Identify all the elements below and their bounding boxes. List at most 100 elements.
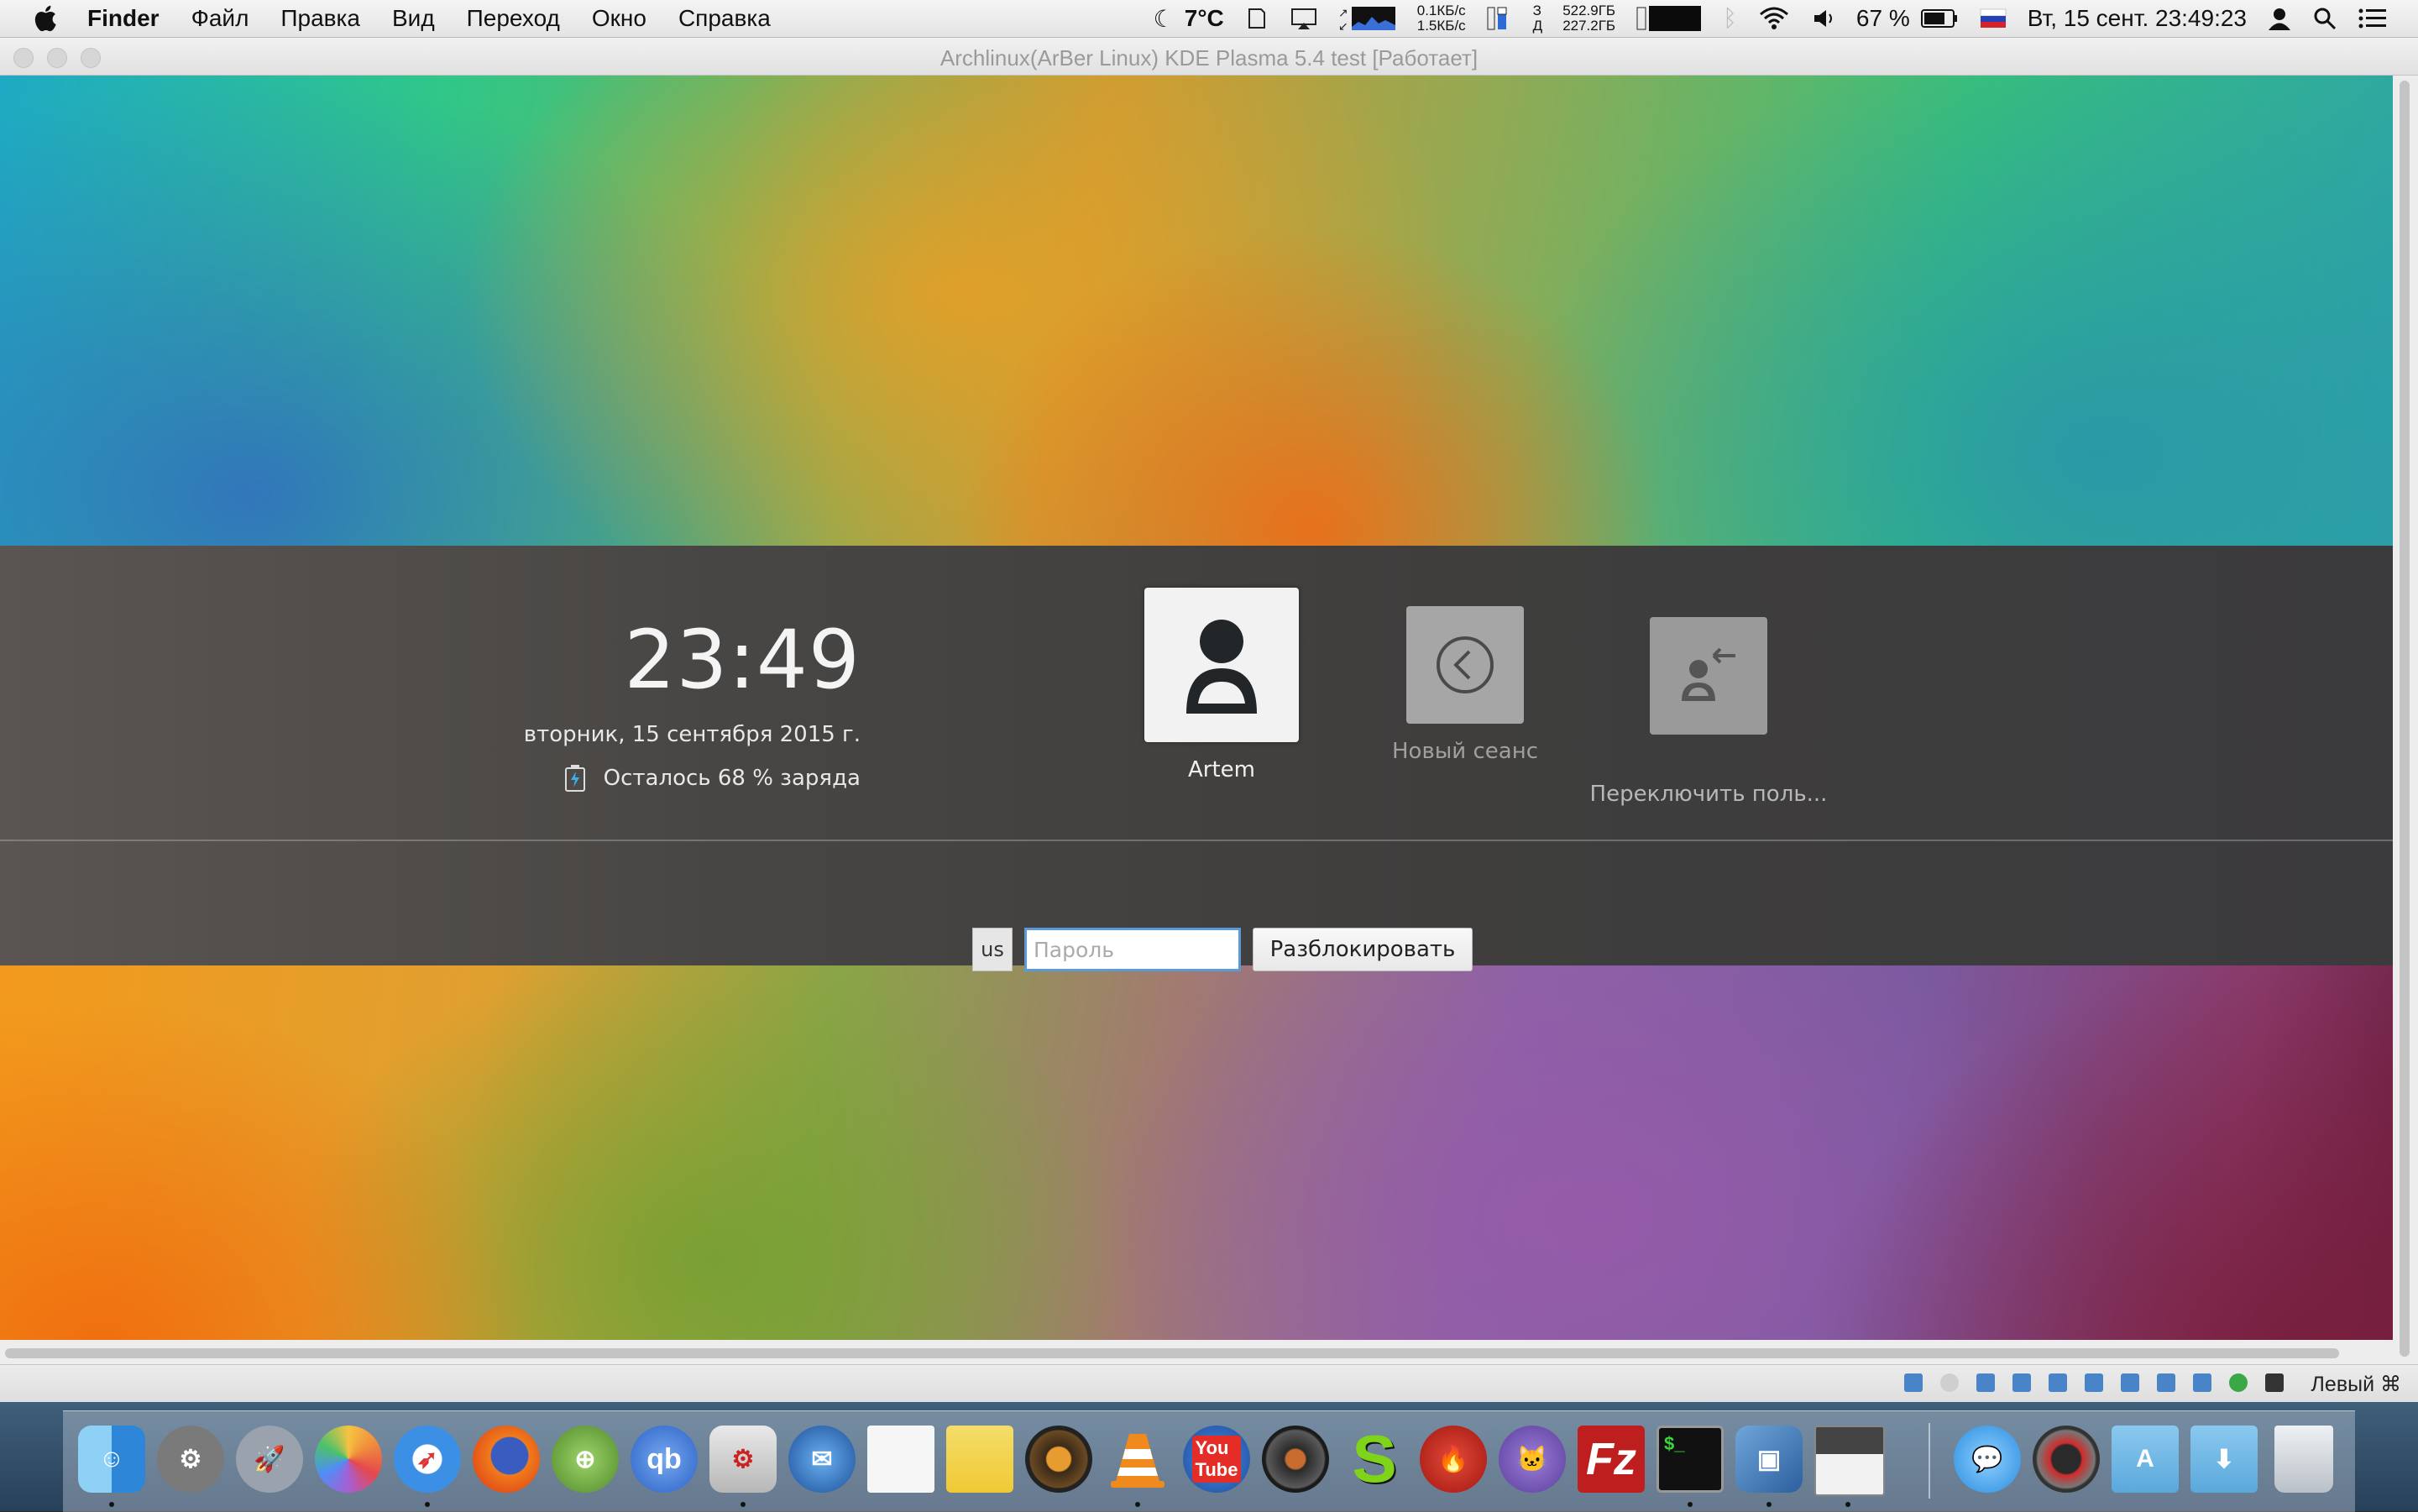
spotlight-search-icon[interactable] [2312, 6, 2337, 31]
battery-percent[interactable]: 67 % [1856, 5, 1910, 32]
speaker-icon[interactable] [1025, 1426, 1092, 1493]
running-indicator [425, 1502, 430, 1507]
notes-icon[interactable] [946, 1426, 1013, 1493]
lock-screen-panel: 23:49 вторник, 15 сентября 2015 г. Остал… [0, 546, 2393, 971]
hard-disk-icon[interactable] [1904, 1373, 1923, 1392]
vm-screen[interactable]: 23:49 вторник, 15 сентября 2015 г. Остал… [0, 76, 2393, 1378]
menu-help[interactable]: Справка [678, 5, 771, 32]
cpu-icon[interactable] [2193, 1373, 2211, 1392]
transmission-icon[interactable]: ⚙ [709, 1426, 777, 1493]
running-indicator [1688, 1502, 1693, 1507]
messages-icon[interactable]: 💬 [1954, 1426, 2021, 1493]
panel-divider [0, 840, 2393, 841]
applications-folder-icon[interactable]: A [2112, 1426, 2179, 1493]
downloads-folder-icon[interactable]: ⬇ [2190, 1426, 2258, 1493]
safari-icon[interactable]: ➶ [394, 1426, 461, 1493]
github-icon[interactable]: 🐱 [1499, 1426, 1566, 1493]
host-key-label: Левый ⌘ [2311, 1373, 2401, 1396]
user-tile-artem[interactable]: Artem [1142, 588, 1301, 782]
network-adapter-icon[interactable] [2012, 1373, 2031, 1392]
terminal-icon[interactable]: $_ [1656, 1426, 1724, 1493]
user-tile-switch-user[interactable]: Переключить поль... [1578, 617, 1839, 807]
notification-center-icon[interactable] [2358, 6, 2388, 31]
menu-view[interactable]: Вид [392, 5, 435, 32]
photo-booth-icon[interactable] [2033, 1426, 2100, 1493]
running-indicator [109, 1502, 114, 1507]
textedit-icon[interactable] [867, 1426, 934, 1493]
menu-file[interactable]: Файл [191, 5, 249, 32]
shared-folders-icon[interactable] [2085, 1373, 2103, 1392]
script-s-icon[interactable]: S [1341, 1421, 1408, 1496]
running-indicator [741, 1502, 746, 1507]
photos-icon[interactable] [315, 1426, 382, 1493]
cpu-graph-icon[interactable]: ↗↙ [1338, 5, 1397, 32]
fire-app-icon[interactable]: 🔥 [1420, 1426, 1487, 1493]
video-capture-icon[interactable] [2157, 1373, 2175, 1392]
battery-charging-icon [564, 765, 585, 792]
wallpaper-bottom [0, 965, 2393, 1378]
network-speed[interactable]: 0.1КБ/с 1.5КБ/с [1417, 3, 1466, 34]
wifi-icon[interactable] [1757, 6, 1791, 31]
password-input[interactable] [1024, 928, 1241, 971]
menu-window[interactable]: Окно [592, 5, 646, 32]
vertical-scrollbar[interactable] [2393, 76, 2418, 1378]
system-preferences-icon[interactable]: ⚙ [157, 1426, 224, 1493]
user-label-new-session: Новый сеанс [1392, 739, 1538, 764]
vm-status-icons [1887, 1373, 2284, 1392]
user-tile-new-session[interactable]: Новый сеанс [1381, 606, 1549, 764]
youtube-icon[interactable]: You Tube [1183, 1426, 1250, 1493]
menu-edit[interactable]: Правка [280, 5, 360, 32]
optical-drive-icon[interactable] [1940, 1373, 1959, 1392]
airplay-icon[interactable] [1290, 6, 1318, 31]
display-icon[interactable] [2121, 1373, 2139, 1392]
keyboard-capture-icon[interactable] [2265, 1373, 2284, 1392]
document-stack-icon[interactable] [1244, 6, 1269, 31]
audio-icon[interactable] [1976, 1373, 1995, 1392]
vertical-scroll-thumb[interactable] [2400, 81, 2410, 1357]
thunderbird-icon[interactable]: ✉ [788, 1426, 856, 1493]
switch-user-box[interactable] [1650, 617, 1767, 735]
launchpad-icon[interactable]: 🚀 [236, 1426, 303, 1493]
screenshot-icon[interactable] [1814, 1426, 1885, 1496]
password-row: us Разблокировать [0, 928, 2393, 975]
bluetooth-icon[interactable]: ᛒ [1723, 5, 1737, 32]
firefox-icon[interactable] [473, 1426, 540, 1493]
guest-additions-icon[interactable] [2229, 1373, 2248, 1392]
window-titlebar[interactable]: Archlinux(ArBer Linux) KDE Plasma 5.4 te… [0, 38, 2418, 76]
media-player-icon[interactable] [1262, 1426, 1329, 1493]
qbittorrent-icon[interactable]: qb [631, 1426, 698, 1493]
user-avatar[interactable] [1144, 588, 1299, 742]
filezilla-icon[interactable]: Fz [1578, 1426, 1645, 1493]
new-session-box[interactable] [1406, 606, 1524, 724]
menu-go[interactable]: Переход [467, 5, 560, 32]
horizontal-scrollbar[interactable] [0, 1340, 2393, 1365]
vlc-icon[interactable] [1104, 1426, 1171, 1493]
moon-icon[interactable]: ☾ [1154, 5, 1175, 33]
volume-icon[interactable] [1811, 6, 1836, 31]
running-indicator [1766, 1502, 1772, 1507]
memory-bars-icon[interactable] [1486, 4, 1523, 33]
russian-flag-icon[interactable] [1979, 7, 2007, 30]
app-name[interactable]: Finder [87, 5, 160, 32]
trash-icon[interactable] [2274, 1426, 2333, 1493]
network-globe-icon[interactable]: ⊕ [552, 1426, 619, 1493]
window-title: Archlinux(ArBer Linux) KDE Plasma 5.4 te… [939, 45, 1479, 71]
battery-icon[interactable] [1920, 8, 1959, 29]
vm-status-bar: Левый ⌘ [0, 1364, 2418, 1403]
clock-datetime[interactable]: Вт, 15 сент. 23:49:23 [2028, 5, 2247, 32]
disk-activity-icon[interactable] [1636, 4, 1703, 33]
dock-background: ☺ ⚙ 🚀 ➶ ⊕ qb ⚙ ✉ You Tube S 🔥 🐱 Fz $_ ▣ 💬… [0, 1402, 2418, 1512]
user-icon[interactable] [2267, 6, 2292, 31]
running-indicator [1845, 1502, 1850, 1507]
finder-icon[interactable]: ☺ [78, 1426, 145, 1493]
horizontal-scroll-thumb[interactable] [5, 1348, 2339, 1358]
battery-text: Осталось 68 % заряда [603, 766, 861, 791]
lock-clock: 23:49 [624, 613, 861, 707]
weather-text[interactable]: 7°C [1185, 5, 1224, 32]
unlock-button[interactable]: Разблокировать [1253, 928, 1473, 971]
usb-icon[interactable] [2049, 1373, 2067, 1392]
virtualbox-icon[interactable]: ▣ [1735, 1426, 1803, 1493]
disk-usage[interactable]: 522.9ГБ 227.2ГБ [1562, 3, 1615, 34]
keyboard-layout-button[interactable]: us [972, 928, 1013, 971]
apple-icon[interactable] [32, 3, 62, 34]
